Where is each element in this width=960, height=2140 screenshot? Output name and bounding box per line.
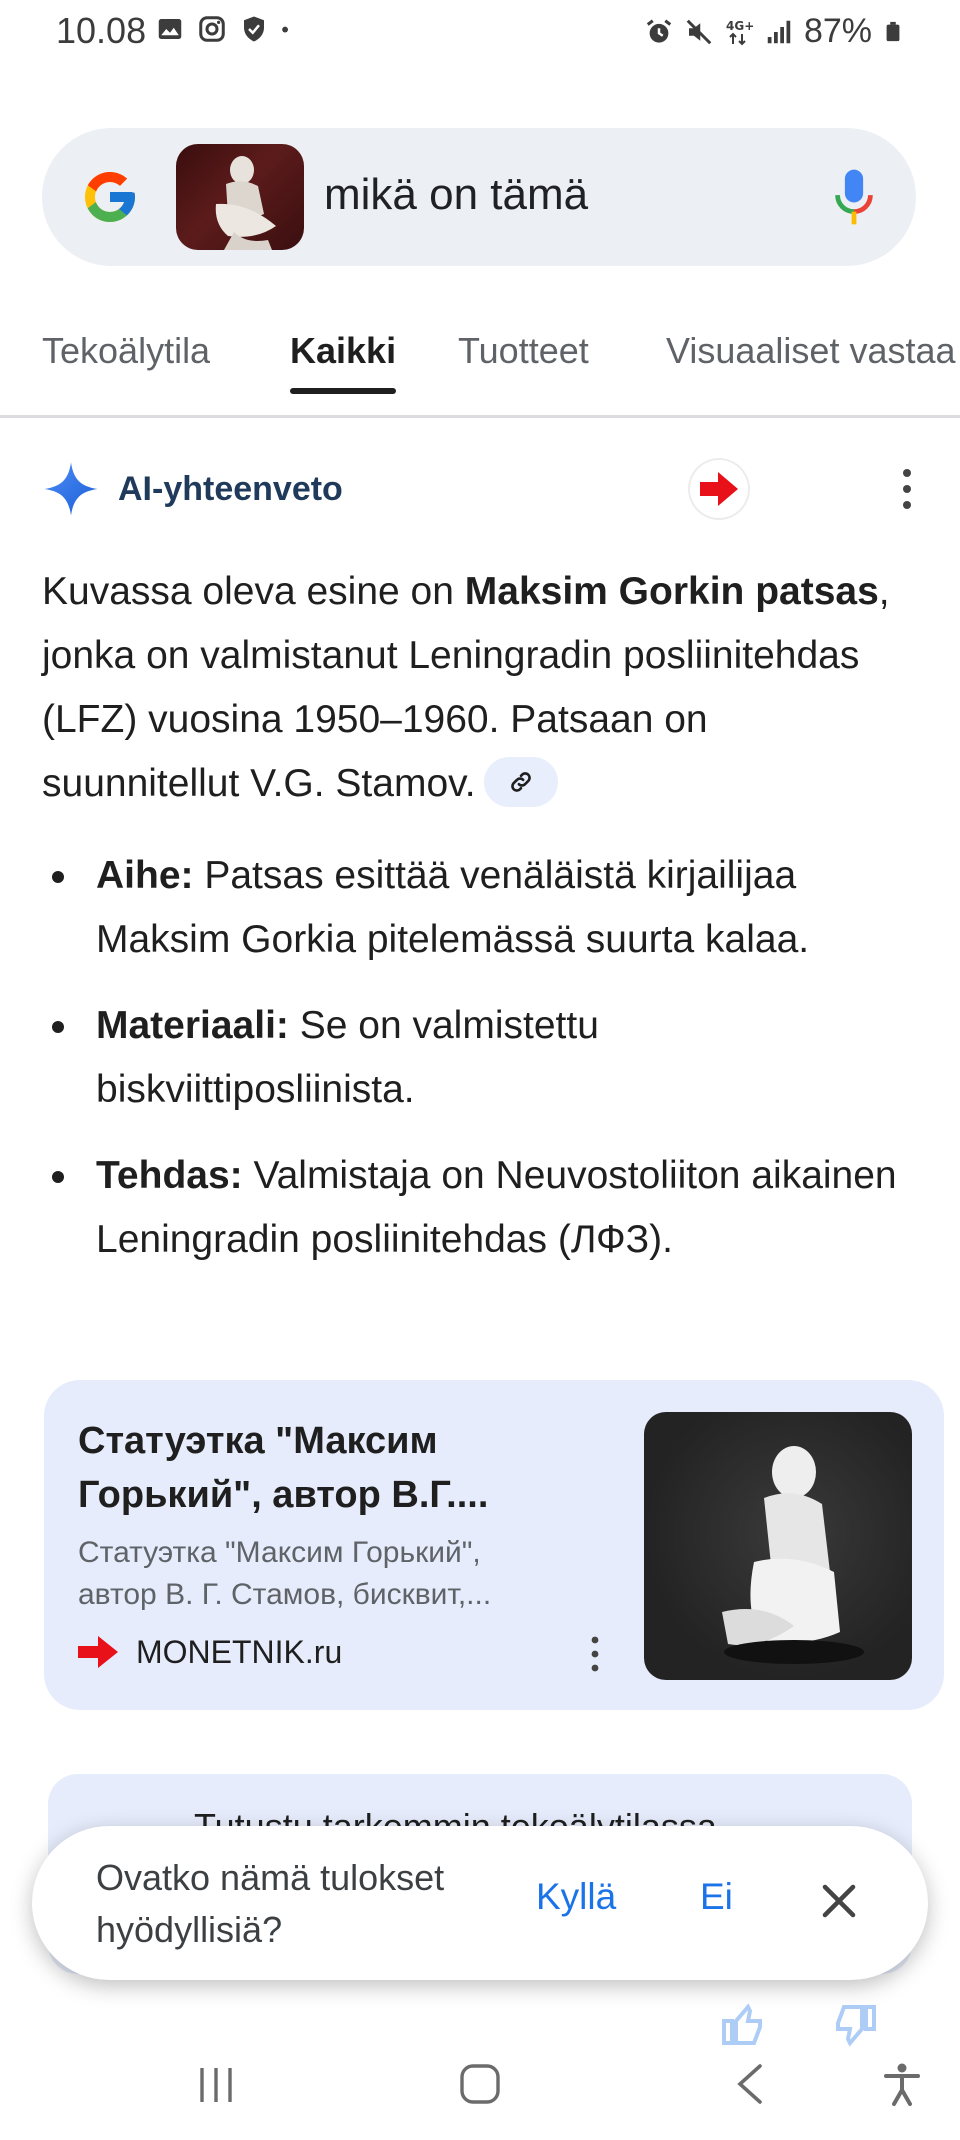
result-snippet: Статуэтка "Максим Горький", автор В. Г. …	[78, 1536, 492, 1611]
tab-tekoalytila[interactable]: Tekoälytila	[42, 330, 210, 392]
alarm-icon	[646, 19, 672, 43]
tab-visuaaliset-vastaavuudet[interactable]: Visuaaliset vastaa	[666, 330, 956, 392]
accessibility-icon[interactable]	[878, 2060, 926, 2108]
search-image-thumbnail[interactable]	[176, 144, 304, 250]
mute-icon	[686, 19, 712, 44]
more-options-icon[interactable]	[584, 1632, 606, 1676]
bullet-tehdas: Tehdas: Valmistaja on Neuvostoliiton aik…	[42, 1144, 922, 1272]
more-options-icon[interactable]	[892, 464, 922, 514]
citation-link-chip[interactable]	[483, 756, 558, 807]
link-icon	[510, 771, 531, 792]
svg-text:4G+: 4G+	[726, 19, 754, 33]
feedback-prompt: Ovatko nämä tulokset hyödyllisiä? Kyllä …	[32, 1826, 928, 1980]
home-icon[interactable]	[456, 2060, 504, 2108]
signal-icon	[767, 20, 791, 43]
ai-overview-text: Kuvassa oleva esine on Maksim Gorkin pat…	[42, 570, 890, 807]
bullet-materiaali: Materiaali: Se on valmistettu biskviitti…	[42, 994, 922, 1122]
source-favicon-icon	[78, 1636, 118, 1668]
status-bar: 10.08 4G+ 87%	[0, 0, 960, 64]
back-icon[interactable]	[728, 2060, 776, 2108]
ai-overview-header: AI-yhteenveto	[42, 460, 922, 520]
search-bar[interactable]: mikä on tämä	[42, 128, 916, 266]
instagram-icon	[199, 16, 225, 42]
dot-icon	[282, 26, 288, 33]
google-logo-icon[interactable]	[80, 167, 140, 227]
tab-kaikki[interactable]: Kaikki	[290, 330, 397, 394]
active-tab-indicator	[290, 388, 397, 394]
search-tabs: Tekoälytila Kaikki Tuotteet Visuaaliset …	[0, 310, 960, 418]
feedback-yes-button[interactable]: Kyllä	[536, 1876, 616, 1918]
source-favicon-icon[interactable]	[690, 460, 748, 518]
recent-apps-icon[interactable]	[192, 2060, 240, 2108]
ai-overview-bullets: Aihe: Patsas esittää venäläistä kirjaili…	[42, 844, 922, 1294]
4g-icon: 4G+	[726, 19, 754, 45]
image-icon	[158, 19, 182, 39]
result-title[interactable]: Статуэтка "Максим Горький", автор В.Г...…	[78, 1414, 608, 1522]
close-icon[interactable]	[818, 1880, 860, 1922]
battery-icon	[886, 21, 900, 41]
ai-overview-title: AI-yhteenveto	[118, 470, 343, 508]
status-time: 10.08	[56, 10, 147, 51]
tab-tuotteet[interactable]: Tuotteet	[458, 330, 589, 392]
feedback-question: Ovatko nämä tulokset hyödyllisiä?	[96, 1857, 445, 1950]
search-input[interactable]: mikä on tämä	[324, 170, 588, 220]
sparkle-icon	[44, 462, 98, 516]
battery-percent: 87%	[803, 12, 872, 50]
bullet-aihe: Aihe: Patsas esittää venäläistä kirjaili…	[42, 844, 922, 972]
source-result-card[interactable]: Статуэтка "Максим Горький", автор В.Г...…	[44, 1380, 944, 1710]
microphone-icon[interactable]	[832, 166, 876, 228]
result-source-name: MONETNIK.ru	[136, 1634, 343, 1670]
shield-icon	[244, 16, 264, 42]
system-navigation-bar	[0, 2040, 960, 2140]
feedback-no-button[interactable]: Ei	[700, 1876, 733, 1918]
result-thumbnail-image[interactable]	[644, 1412, 912, 1680]
